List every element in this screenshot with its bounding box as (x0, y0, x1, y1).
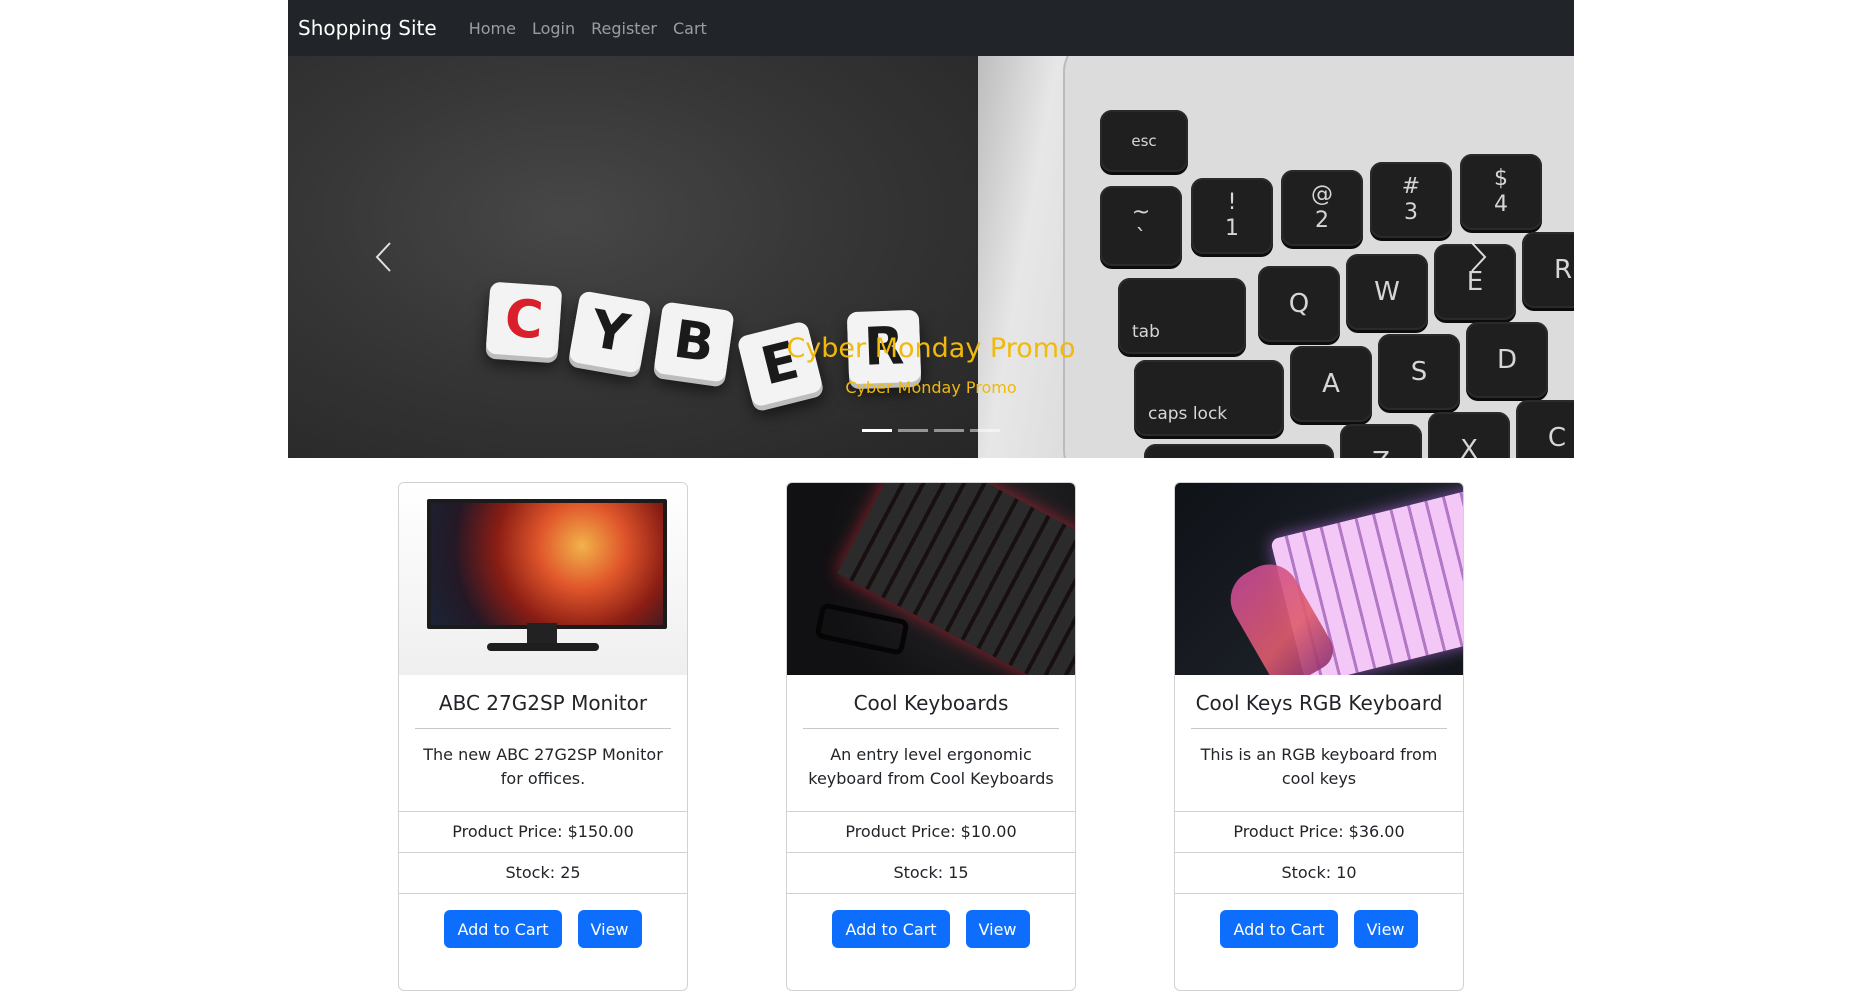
product-price: Product Price: $10.00 (787, 811, 1075, 852)
product-title: ABC 27G2SP Monitor (415, 691, 671, 729)
add-to-cart-button[interactable]: Add to Cart (1220, 910, 1338, 948)
monitor-stand (527, 623, 557, 645)
glasses-illustration (814, 602, 910, 656)
product-card: ABC 27G2SP Monitor The new ABC 27G2SP Mo… (398, 482, 688, 991)
product-title: Cool Keys RGB Keyboard (1191, 691, 1447, 729)
view-product-button[interactable]: View (1353, 910, 1418, 948)
add-to-cart-button[interactable]: Add to Cart (832, 910, 950, 948)
monitor-base (487, 643, 599, 651)
product-stock: Stock: 10 (1175, 852, 1463, 893)
product-stock: Stock: 25 (399, 852, 687, 893)
product-title: Cool Keyboards (803, 691, 1059, 729)
product-stock: Stock: 15 (787, 852, 1075, 893)
product-image-rgb-keyboard (1175, 483, 1463, 675)
product-grid: ABC 27G2SP Monitor The new ABC 27G2SP Mo… (0, 0, 1850, 991)
view-product-button[interactable]: View (577, 910, 642, 948)
product-image-keyboard (787, 483, 1075, 675)
product-description: The new ABC 27G2SP Monitor for offices. (423, 745, 663, 788)
product-actions: Add to Cart View (787, 893, 1075, 990)
monitor-screen (427, 499, 667, 629)
view-product-button[interactable]: View (965, 910, 1030, 948)
product-actions: Add to Cart View (1175, 893, 1463, 990)
product-price: Product Price: $36.00 (1175, 811, 1463, 852)
product-card: Cool Keys RGB Keyboard This is an RGB ke… (1174, 482, 1464, 991)
product-image-monitor (399, 483, 687, 675)
product-description: An entry level ergonomic keyboard from C… (808, 745, 1054, 788)
add-to-cart-button[interactable]: Add to Cart (444, 910, 562, 948)
product-description: This is an RGB keyboard from cool keys (1200, 745, 1438, 788)
product-card: Cool Keyboards An entry level ergonomic … (786, 482, 1076, 991)
product-price: Product Price: $150.00 (399, 811, 687, 852)
product-actions: Add to Cart View (399, 893, 687, 990)
